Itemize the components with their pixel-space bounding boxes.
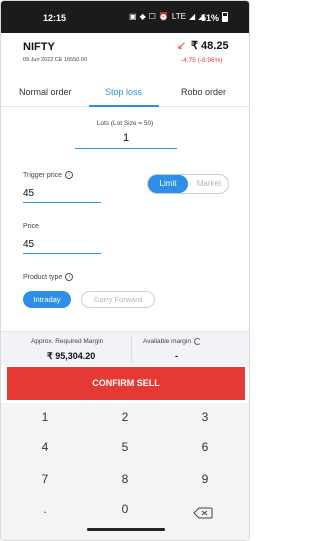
network-type-icon: LTE — [171, 12, 186, 21]
price-input[interactable]: 45 — [23, 237, 101, 254]
numeric-keypad: 1 2 3 4 5 6 7 8 9 . 0 — [1, 403, 249, 540]
lots-input[interactable]: 1 — [75, 132, 177, 149]
available-margin-label: Available margin — [143, 338, 201, 345]
alarm-icon: ⏰ — [158, 12, 169, 21]
tab-robo-order[interactable]: Robo order — [181, 87, 226, 97]
tab-stop-loss[interactable]: Stop loss — [105, 87, 142, 97]
product-type-label: Product type i — [23, 273, 74, 281]
confirm-sell-button[interactable]: CONFIRM SELL — [7, 367, 245, 400]
margin-summary: Approx. Required Margin ₹ 95,304.20 Avai… — [1, 331, 249, 365]
battery-percent: 51% — [201, 13, 220, 23]
instrument-symbol: NIFTY — [23, 41, 55, 53]
app-icon: ◆ — [139, 12, 146, 21]
info-icon[interactable]: i — [65, 273, 74, 281]
key-3[interactable]: 3 — [175, 407, 235, 427]
key-1[interactable]: 1 — [15, 407, 75, 427]
notification-icon: ▣ — [129, 12, 137, 21]
price-label: Price — [23, 223, 39, 230]
active-tab-indicator — [89, 105, 159, 107]
order-type-toggle: Limit Market — [147, 174, 229, 194]
instrument-contract: 09 Jun 2022 CE 16550.00 — [23, 57, 87, 63]
key-8[interactable]: 8 — [95, 469, 155, 489]
refresh-icon[interactable] — [193, 338, 201, 345]
key-7[interactable]: 7 — [15, 469, 75, 489]
price-change: -4.75 (-8.96%) — [181, 57, 223, 64]
last-traded-price: ₹ 48.25 — [191, 40, 229, 52]
screen-icon: ☐ — [148, 12, 156, 21]
order-tabs: Normal order Stop loss Robo order — [1, 81, 249, 107]
key-0[interactable]: 0 — [95, 499, 155, 519]
key-9[interactable]: 9 — [175, 469, 235, 489]
margin-divider — [131, 336, 132, 362]
status-time: 12:15 — [43, 13, 67, 23]
product-type-label-text: Product type — [23, 273, 63, 281]
key-5[interactable]: 5 — [95, 437, 155, 457]
limit-option[interactable]: Limit — [148, 175, 188, 193]
status-bar: 12:15 ▣ ◆ ☐ ⏰ LTE ◢ ◢ 51% — [1, 1, 249, 33]
key-4[interactable]: 4 — [15, 437, 75, 457]
key-2[interactable]: 2 — [95, 407, 155, 427]
home-indicator — [87, 528, 165, 531]
key-6[interactable]: 6 — [175, 437, 235, 457]
tab-normal-order[interactable]: Normal order — [19, 87, 72, 97]
battery-icon — [222, 12, 228, 22]
info-icon[interactable]: i — [65, 171, 74, 179]
required-margin-label: Approx. Required Margin — [31, 338, 104, 345]
lots-label: Lots (Lot Size = 50) — [96, 120, 154, 127]
market-option[interactable]: Market — [190, 175, 228, 193]
available-margin-value: - — [175, 351, 178, 361]
arrow-down-left-icon: ↙ — [177, 40, 187, 52]
required-margin-value: ₹ 95,304.20 — [47, 351, 96, 361]
trigger-price-input[interactable]: 45 — [23, 186, 101, 203]
status-icons: ▣ ◆ ☐ ⏰ LTE ◢ ◢ — [129, 12, 204, 21]
trigger-price-label: Trigger price i — [23, 171, 74, 179]
order-window: 12:15 ▣ ◆ ☐ ⏰ LTE ◢ ◢ 51% NIFTY 09 Jun 2… — [0, 0, 250, 541]
available-margin-label-text: Available margin — [143, 338, 191, 346]
carry-forward-button[interactable]: Carry Forward — [81, 291, 155, 308]
key-dot[interactable]: . — [15, 499, 75, 519]
intraday-button[interactable]: Intraday — [23, 291, 71, 308]
trigger-price-label-text: Trigger price — [23, 171, 63, 179]
signal-icon: ◢ — [188, 12, 196, 21]
backspace-icon[interactable] — [193, 507, 213, 519]
instrument-header: NIFTY 09 Jun 2022 CE 16550.00 ↙ ₹ 48.25 … — [1, 33, 249, 73]
